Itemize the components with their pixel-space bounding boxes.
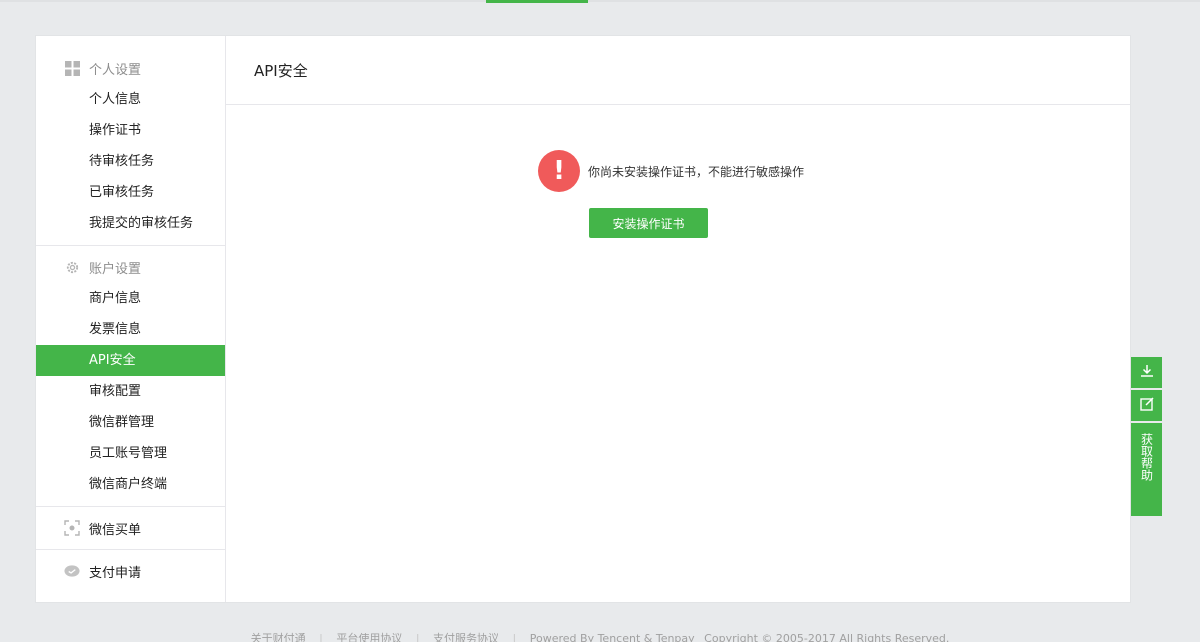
wechat-bill-label: 微信买单 [89,522,142,538]
sidebar-item-wechat-group[interactable]: 微信群管理 [36,407,225,438]
sidebar-item-wechat-terminal[interactable]: 微信商户终端 [36,469,225,500]
personal-settings-header: 个人设置 [36,53,225,84]
top-border [0,0,1200,2]
sidebar-item-pending-tasks[interactable]: 待审核任务 [36,146,225,177]
floating-toolbar: 获取帮助 [1131,357,1162,516]
grid-icon [64,61,80,77]
footer-divider: | [415,632,420,642]
sidebar-item-api-security[interactable]: API安全 [36,345,225,376]
account-settings-header: 账户设置 [36,252,225,283]
top-tab-indicator [486,0,588,3]
install-certificate-button[interactable]: 安装操作证书 [589,208,708,238]
personal-settings-title: 个人设置 [89,63,142,78]
sidebar-item-payment-apply[interactable]: 支付申请 [36,550,225,593]
footer-divider: | [319,632,323,642]
get-help-button[interactable]: 获取帮助 [1131,423,1162,516]
content-area: API安全 ! 你尚未安装操作证书，不能进行敏感操作 安装操作证书 [226,36,1130,602]
page-title: API安全 [226,36,1130,105]
download-icon [1139,363,1155,383]
footer-link-platform-agreement[interactable]: 平台使用协议 [336,632,402,642]
account-settings-section: 账户设置 商户信息 发票信息 API安全 审核配置 微信群管理 员工账号管理 微… [36,246,225,507]
footer-link-payment-agreement[interactable]: 支付服务协议 [433,632,499,642]
footer: 关于财付通 | 平台使用协议 | 支付服务协议 | Powered By Ten… [0,630,1200,642]
personal-settings-section: 个人设置 个人信息 操作证书 待审核任务 已审核任务 我提交的审核任务 [36,36,225,246]
sidebar-item-review-config[interactable]: 审核配置 [36,376,225,407]
sidebar-item-merchant-info[interactable]: 商户信息 [36,283,225,314]
footer-divider: | [512,632,517,642]
payment-apply-label: 支付申请 [89,566,142,581]
edit-button[interactable] [1131,390,1162,421]
edit-icon [1139,396,1155,416]
gear-icon [64,260,80,276]
footer-link-about[interactable]: 关于财付通 [251,632,306,642]
warning-text: 你尚未安装操作证书，不能进行敏感操作 [588,164,805,179]
sidebar-item-invoice-info[interactable]: 发票信息 [36,314,225,345]
exclamation-icon: ! [538,150,580,192]
footer-powered: Powered By Tencent & Tenpay [529,632,695,642]
sidebar: 个人设置 个人信息 操作证书 待审核任务 已审核任务 我提交的审核任务 账户设置… [36,36,226,602]
sidebar-item-reviewed-tasks[interactable]: 已审核任务 [36,177,225,208]
sidebar-item-personal-info[interactable]: 个人信息 [36,84,225,115]
download-button[interactable] [1131,357,1162,388]
footer-copyright: Copyright © 2005-2017 All Rights Reserve… [704,632,950,642]
scan-icon [64,520,80,536]
sidebar-item-wechat-bill[interactable]: 微信买单 [36,507,225,550]
sidebar-item-my-submitted-tasks[interactable]: 我提交的审核任务 [36,208,225,239]
chat-bubble-icon [64,564,80,580]
certificate-warning: ! 你尚未安装操作证书，不能进行敏感操作 [538,150,804,192]
sidebar-item-staff-accounts[interactable]: 员工账号管理 [36,438,225,469]
sidebar-item-certificate[interactable]: 操作证书 [36,115,225,146]
main-panel: 个人设置 个人信息 操作证书 待审核任务 已审核任务 我提交的审核任务 账户设置… [35,35,1131,603]
account-settings-title: 账户设置 [89,262,142,277]
